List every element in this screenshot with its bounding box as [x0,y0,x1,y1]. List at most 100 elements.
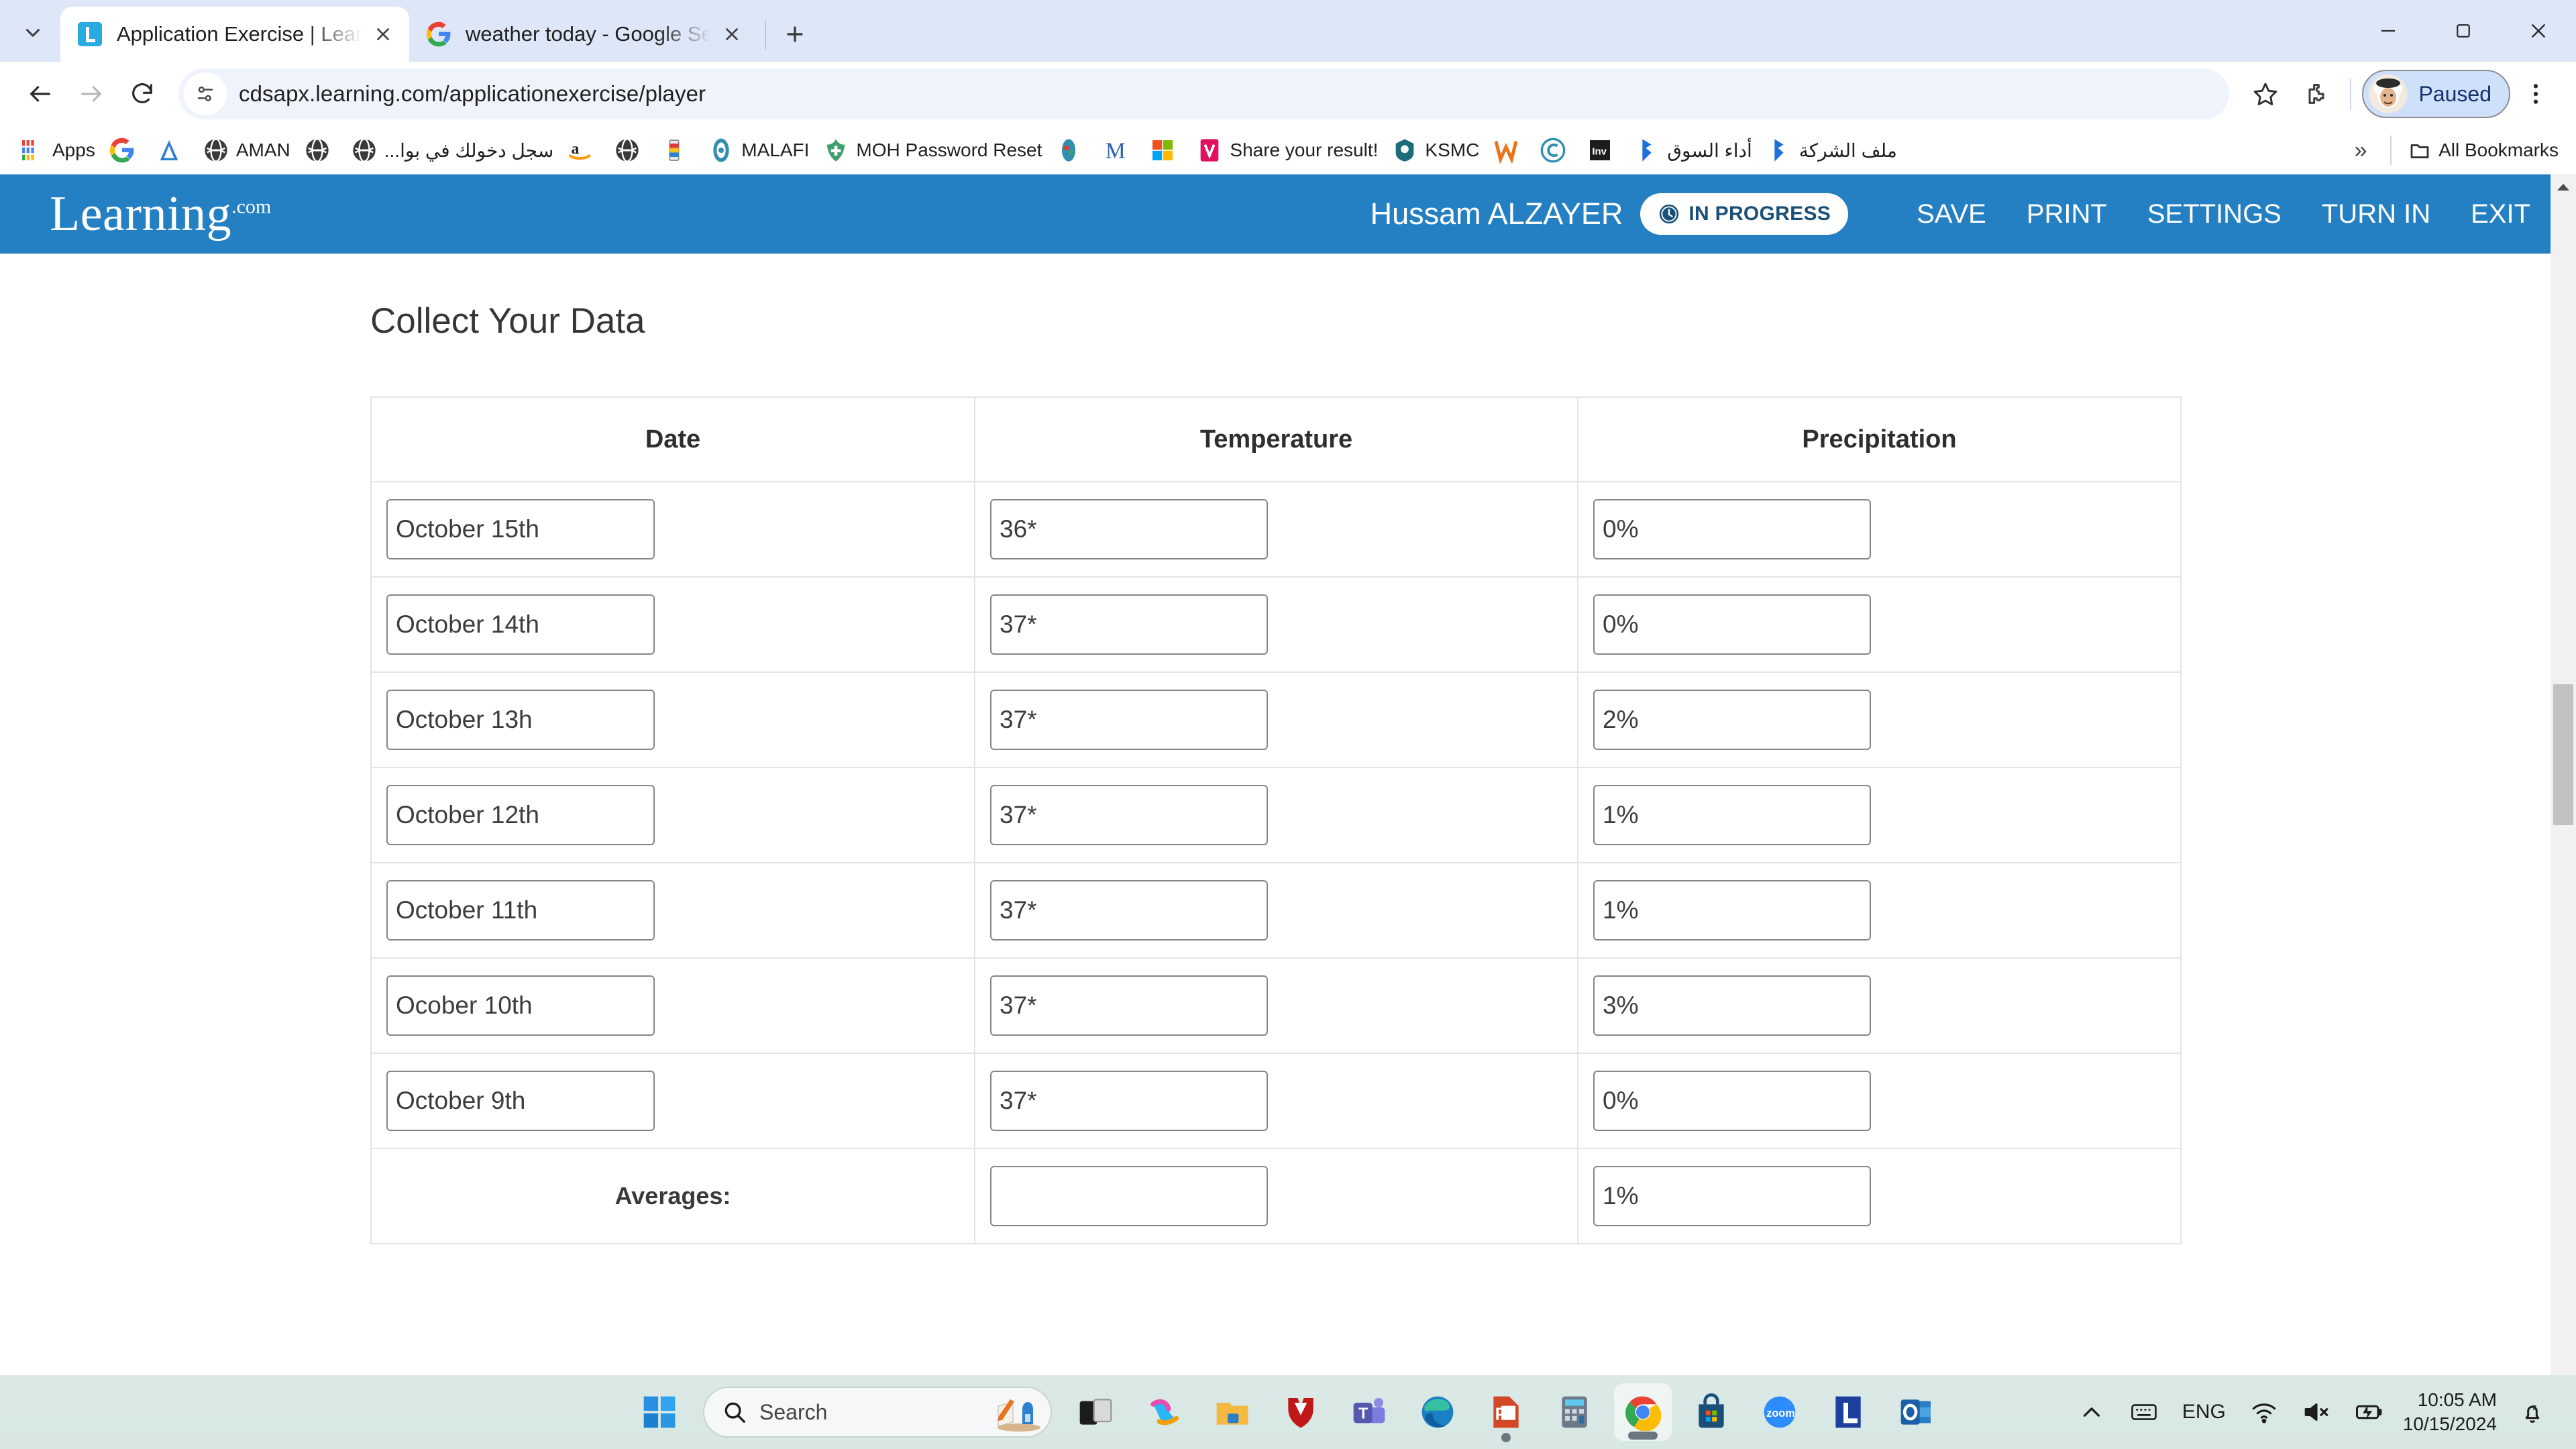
new-tab-button[interactable] [773,12,817,56]
settings-button[interactable]: SETTINGS [2147,199,2282,229]
input-language[interactable]: ENG [2182,1401,2226,1424]
close-icon[interactable] [716,19,747,50]
reload-icon[interactable] [117,68,168,119]
zoom-icon[interactable]: zoom [1751,1383,1809,1441]
clock-date[interactable]: 10:05 AM 10/15/2024 [2403,1388,2497,1437]
bookmark-colorbar[interactable] [654,131,701,169]
page-info-icon[interactable] [184,72,227,115]
date-input[interactable]: October 15th [386,499,655,559]
temperature-input[interactable]: 37* [990,1071,1268,1131]
status-badge[interactable]: IN PROGRESS [1640,193,1849,235]
keyboard-icon[interactable] [2123,1391,2165,1433]
all-bookmarks-button[interactable]: All Bookmarks [2402,138,2564,162]
bookmark-star-icon[interactable] [2240,68,2291,119]
bookmark-triangle[interactable] [149,131,196,169]
bookmark-company-file[interactable]: ملف الشركة [1759,131,1904,169]
wifi-icon[interactable] [2243,1391,2285,1433]
bookmark-inv[interactable]: Inv [1580,131,1627,169]
notification-bell-icon[interactable]: z [2512,1391,2553,1433]
google-chrome-icon[interactable] [1614,1383,1672,1441]
address-bar[interactable]: cdsapx.learning.com/applicationexercise/… [178,68,2230,119]
bookmark-m[interactable]: M [1095,131,1142,169]
mcafee-icon[interactable] [1272,1383,1330,1441]
close-icon[interactable] [368,19,398,50]
minimize-icon[interactable] [2351,0,2426,62]
taskbar-search[interactable]: Search [703,1387,1052,1438]
temperature-input[interactable]: 37* [990,690,1268,750]
precipitation-input[interactable]: 0% [1593,1071,1871,1131]
print-button[interactable]: PRINT [2027,199,2107,229]
volume-muted-icon[interactable] [2296,1391,2337,1433]
date-input[interactable]: October 9th [386,1071,655,1131]
bookmark-w-orange[interactable] [1486,131,1533,169]
bookmark-apps[interactable]: Apps [12,131,102,169]
bookmark-microsoft[interactable] [1142,131,1189,169]
outlook-icon[interactable] [1888,1383,1945,1441]
microsoft-edge-icon[interactable] [1409,1383,1466,1441]
precipitation-input[interactable]: 1% [1593,785,1871,845]
amazon-icon: a [567,137,594,164]
date-input[interactable]: October 11th [386,880,655,941]
bookmark-google[interactable] [102,131,149,169]
battery-charging-icon[interactable] [2348,1391,2390,1433]
chrome-menu-icon[interactable] [2510,68,2561,119]
date-input[interactable]: Ocober 10th [386,975,655,1036]
averages-temperature-input[interactable] [990,1166,1268,1226]
copilot-icon[interactable] [1135,1383,1193,1441]
date-input[interactable]: October 12th [386,785,655,845]
cell-temperature: 37* [974,1053,1578,1149]
microsoft-teams-icon[interactable]: T [1340,1383,1398,1441]
extensions-puzzle-icon[interactable] [2291,68,2342,119]
precipitation-input[interactable]: 1% [1593,880,1871,941]
page-scrollbar[interactable] [2551,174,2576,1375]
learning-com-icon[interactable] [1819,1383,1877,1441]
calculator-icon[interactable] [1546,1383,1603,1441]
bookmark-share-your-result[interactable]: Share your result! [1189,131,1385,169]
date-input[interactable]: October 14th [386,594,655,655]
exit-button[interactable]: EXIT [2471,199,2530,229]
precipitation-input[interactable]: 0% [1593,594,1871,655]
temperature-input[interactable]: 37* [990,975,1268,1036]
browser-tab-inactive[interactable]: weather today - Google Search [409,7,758,62]
task-view-icon[interactable] [1067,1383,1124,1441]
chevron-up-icon[interactable] [2071,1391,2112,1433]
bookmark-aman[interactable]: AMAN [196,131,297,169]
browser-tab-active[interactable]: Application Exercise | Learning.c [60,7,409,62]
averages-precipitation-input[interactable]: 1% [1593,1166,1871,1226]
tab-search-button[interactable] [9,9,56,56]
microsoft-store-icon[interactable] [1682,1383,1740,1441]
bookmark-arabic-login[interactable]: سجل دخولك في بوا... [344,131,561,169]
precipitation-input[interactable]: 0% [1593,499,1871,559]
close-window-icon[interactable] [2501,0,2576,62]
bookmark-s-swirl[interactable] [1533,131,1580,169]
precipitation-input[interactable]: 2% [1593,690,1871,750]
forward-icon[interactable] [66,68,117,119]
date-input[interactable]: October 13h [386,690,655,750]
precipitation-input[interactable]: 3% [1593,975,1871,1036]
temperature-input[interactable]: 37* [990,594,1268,655]
maximize-icon[interactable] [2426,0,2501,62]
back-icon[interactable] [15,68,66,119]
scroll-up-icon[interactable] [2551,174,2576,200]
save-button[interactable]: SAVE [1917,199,1986,229]
bookmark-sphere[interactable] [1049,131,1095,169]
bookmark-ksmc[interactable]: KSMC [1385,131,1486,169]
file-explorer-icon[interactable] [1203,1383,1261,1441]
profile-button[interactable]: Paused [2362,70,2510,118]
powerpoint-icon[interactable]: P [1477,1383,1535,1442]
temperature-input[interactable]: 37* [990,785,1268,845]
scrollbar-thumb[interactable] [2553,684,2573,825]
turn-in-button[interactable]: TURN IN [2322,199,2430,229]
bookmark-malafi[interactable]: MALAFI [701,131,816,169]
bookmark-moh-password-reset[interactable]: MOH Password Reset [816,131,1049,169]
bookmark-globe-3[interactable] [607,131,654,169]
temperature-input[interactable]: 36* [990,499,1268,559]
learning-com-logo[interactable]: Learning.com [50,189,271,239]
bookmark-amazon[interactable]: a [560,131,607,169]
cell-date: Ocober 10th [370,957,975,1054]
windows-start-icon[interactable] [631,1383,688,1441]
temperature-input[interactable]: 37* [990,880,1268,941]
bookmark-globe-2[interactable] [297,131,344,169]
bookmarks-overflow-icon[interactable]: » [2342,131,2379,169]
bookmark-market-performance[interactable]: أداء السوق [1627,131,1758,169]
